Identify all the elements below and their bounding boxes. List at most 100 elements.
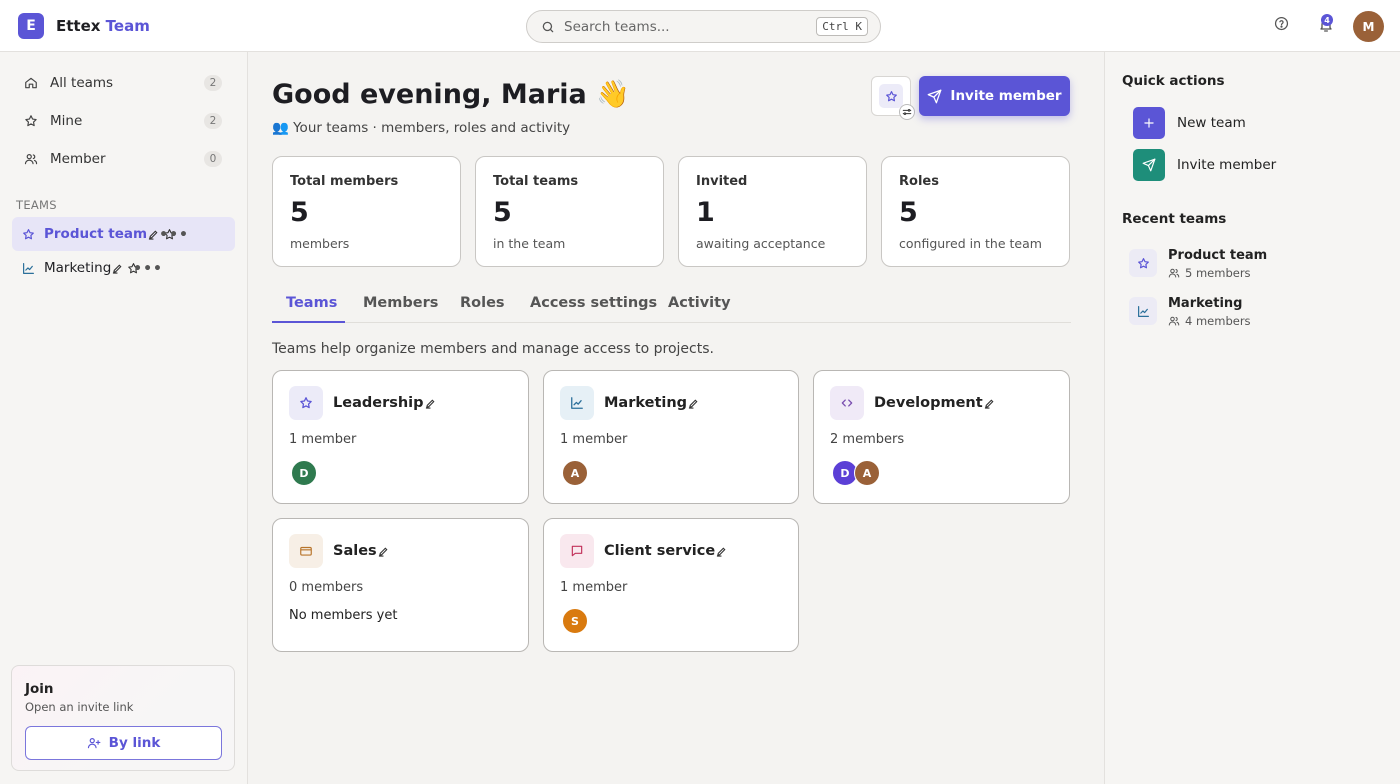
sidebar-team-marketing[interactable]: Marketing •••: [12, 251, 235, 285]
member-count: 2 members: [830, 432, 905, 447]
member-count: 0 members: [289, 580, 364, 595]
main-content: Good evening, Maria 👋 👥 Your teams · mem…: [248, 52, 1104, 784]
tab-access-settings[interactable]: Access settings: [530, 295, 657, 311]
sidebar-item-label: All teams: [50, 75, 114, 91]
recent-team-member-count: 4 members: [1185, 314, 1251, 328]
chart-icon: [22, 262, 35, 275]
team-name: Leadership: [333, 395, 424, 411]
sidebar-item-all-teams[interactable]: All teams 2: [12, 66, 234, 100]
plus-icon: [1133, 107, 1165, 139]
sidebar: All teams 2 Mine 2 Member 0 TEAMS Produc…: [0, 52, 248, 784]
team-card-leadership[interactable]: Leadership 1 member D: [272, 370, 529, 504]
tab-roles[interactable]: Roles: [460, 295, 505, 311]
invite-button-label: Invite member: [950, 88, 1062, 104]
stat-value: 1: [696, 197, 715, 228]
chat-icon: [560, 534, 594, 568]
recent-team-name: Marketing: [1168, 296, 1243, 311]
chart-icon: [560, 386, 594, 420]
more-options-icon[interactable]: •••: [133, 261, 163, 277]
edit-icon[interactable]: [424, 398, 436, 409]
recent-team-members: 4 members: [1168, 314, 1251, 328]
search-shortcut: Ctrl K: [816, 17, 868, 36]
star-icon: [1129, 249, 1157, 277]
quick-action-invite-member[interactable]: Invite member: [1133, 149, 1276, 181]
count-badge: 0: [204, 151, 222, 167]
stat-card-total-members: Total members 5 members: [272, 156, 461, 267]
search-input[interactable]: [564, 18, 804, 35]
edit-icon[interactable]: [377, 546, 389, 557]
invite-member-button[interactable]: Invite member: [919, 76, 1070, 116]
star-icon: [879, 84, 903, 108]
edit-icon[interactable]: [112, 263, 123, 274]
recent-team-marketing[interactable]: Marketing 4 members: [1129, 296, 1251, 328]
avatar-group: D: [291, 460, 317, 486]
team-card-name: Leadership: [333, 395, 436, 411]
stat-card-invited: Invited 1 awaiting acceptance: [678, 156, 867, 267]
team-card-name: Development: [874, 395, 995, 411]
brand-name-main: Ettex: [56, 16, 101, 35]
stat-card-total-teams: Total teams 5 in the team: [475, 156, 664, 267]
brand-name: Ettex Team: [56, 17, 150, 35]
empty-members-text: No members yet: [289, 608, 398, 623]
recent-team-name: Product team: [1168, 248, 1268, 263]
avatar[interactable]: S: [562, 608, 588, 634]
user-plus-icon: [87, 736, 109, 750]
avatar[interactable]: A: [562, 460, 588, 486]
search-bar[interactable]: Ctrl K: [526, 10, 881, 43]
team-card-sales[interactable]: Sales 0 members No members yet: [272, 518, 529, 652]
recent-team-product-team[interactable]: Product team 5 members: [1129, 248, 1267, 280]
sidebar-item-member[interactable]: Member 0: [12, 142, 234, 176]
join-by-link-button[interactable]: By link: [25, 726, 222, 760]
join-title: Join: [25, 681, 54, 697]
team-name: Sales: [333, 543, 377, 559]
sidebar-item-label: Mine: [50, 113, 83, 129]
tab-teams[interactable]: Teams: [286, 295, 337, 311]
avatar[interactable]: A: [854, 460, 880, 486]
edit-icon[interactable]: [983, 398, 995, 409]
users-icon: [24, 152, 38, 166]
tab-members[interactable]: Members: [363, 295, 438, 311]
member-count: 1 member: [560, 432, 628, 447]
sidebar-item-mine[interactable]: Mine 2: [12, 104, 234, 138]
favorite-button[interactable]: [871, 76, 915, 120]
stat-title: Total teams: [493, 174, 579, 189]
quick-action-label: New team: [1177, 115, 1246, 131]
count-badge: 2: [204, 113, 222, 129]
sidebar-team-product-team[interactable]: Product team •••: [12, 217, 235, 251]
send-icon: [1133, 149, 1165, 181]
edit-icon[interactable]: [687, 398, 699, 409]
sliders-icon: [899, 104, 915, 120]
join-card: Join Open an invite link By link: [11, 665, 235, 771]
stat-title: Invited: [696, 174, 748, 189]
team-name: Client service: [604, 543, 716, 559]
sidebar-team-label: Marketing: [44, 260, 112, 276]
search-icon: [541, 20, 555, 34]
team-card-marketing[interactable]: Marketing 1 member A: [543, 370, 799, 504]
more-options-icon[interactable]: •••: [159, 227, 189, 243]
card-icon: [289, 534, 323, 568]
quick-actions-title: Quick actions: [1122, 73, 1225, 89]
recent-team-members: 5 members: [1168, 266, 1267, 280]
stat-subtitle: in the team: [493, 236, 566, 251]
edit-icon[interactable]: [715, 546, 727, 557]
tab-activity[interactable]: Activity: [668, 295, 731, 311]
user-avatar[interactable]: M: [1353, 11, 1384, 42]
stat-value: 5: [493, 197, 512, 228]
team-card-development[interactable]: Development 2 members D A: [813, 370, 1070, 504]
avatar[interactable]: D: [291, 460, 317, 486]
recent-team-member-count: 5 members: [1185, 266, 1251, 280]
star-icon: [24, 114, 38, 128]
page-subtitle: 👥 Your teams · members, roles and activi…: [272, 120, 571, 136]
right-panel: Quick actions New team Invite member Rec…: [1104, 52, 1400, 784]
help-icon[interactable]: [1274, 16, 1289, 31]
teams-section-label: TEAMS: [16, 198, 57, 212]
sidebar-team-label: Product team: [44, 226, 148, 242]
team-card-client-service[interactable]: Client service 1 member S: [543, 518, 799, 652]
join-subtitle: Open an invite link: [25, 700, 134, 714]
avatar-group: A: [562, 460, 588, 486]
quick-action-new-team[interactable]: New team: [1133, 107, 1246, 139]
brand[interactable]: E Ettex Team: [18, 12, 150, 39]
team-card-name: Sales: [333, 543, 389, 559]
star-icon: [22, 228, 35, 241]
edit-icon[interactable]: [148, 229, 159, 240]
